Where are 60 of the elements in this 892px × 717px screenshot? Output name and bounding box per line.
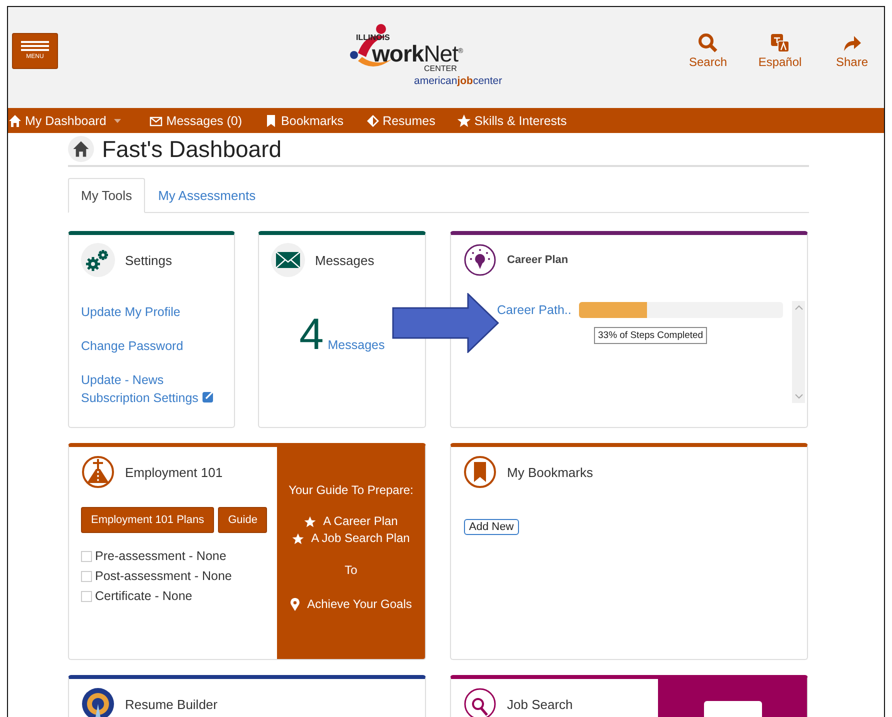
career-path-link[interactable]: Career Path.. (497, 301, 572, 319)
road-icon (81, 455, 115, 489)
employment-button[interactable]: Employment 101 Plans (81, 507, 214, 533)
nav-link[interactable]: Skills & Interests (457, 114, 567, 128)
card-title: Resume Builder (125, 696, 218, 712)
page-title: Fast's Dashboard (102, 136, 282, 162)
checklist-label: Pre-assessment - None (95, 549, 226, 563)
nav-link[interactable]: Bookmarks (264, 114, 344, 128)
card-title: Settings (125, 252, 172, 268)
bookmark-icon (463, 455, 497, 489)
message-count: 4 (299, 313, 324, 357)
link[interactable]: Change Password (81, 337, 222, 355)
scrollbar[interactable] (792, 301, 805, 403)
goal-text: A Career Plan (323, 513, 398, 530)
tab[interactable]: My Assessments (145, 178, 269, 213)
scroll-up-icon (794, 305, 802, 310)
tab[interactable]: My Tools (68, 178, 146, 213)
card-title: My Bookmarks (507, 464, 593, 480)
scroll-down-icon (794, 394, 802, 399)
checkbox[interactable] (81, 570, 92, 582)
home-icon (68, 136, 94, 162)
gears-icon (81, 243, 115, 277)
card-title: Career Plan (507, 254, 568, 266)
checklist-label: Post-assessment - None (95, 569, 232, 583)
checkbox[interactable] (81, 550, 92, 562)
add-new-button[interactable]: Add New (464, 519, 519, 535)
logo-center-text: CENTER (424, 64, 457, 73)
star-icon (457, 114, 472, 128)
employment-button[interactable]: Guide (218, 507, 268, 533)
logo-tagline: americanjobcenter (414, 74, 502, 87)
translate-icon (770, 32, 790, 52)
search-icon (698, 32, 718, 52)
checklist-label: Certificate - None (95, 589, 192, 603)
logo-state-text: ILLINOIS (356, 33, 390, 42)
checkbox[interactable] (81, 590, 92, 602)
envelope-icon (271, 243, 305, 277)
nav-link[interactable]: Resumes (366, 114, 436, 128)
star-icon (292, 532, 304, 544)
link[interactable]: Update My Profile (81, 303, 222, 321)
guide-heading: Your Guide To Prepare: (288, 483, 414, 497)
nav-link[interactable]: My Dashboard (8, 114, 122, 128)
card-title: Messages (315, 252, 374, 268)
goal-text: A Job Search Plan (311, 530, 410, 547)
joiner-text: To (344, 563, 358, 577)
logo-brand-text: workNet$^{®}$ (372, 42, 463, 64)
share-button[interactable]: Share (828, 32, 876, 68)
card-title: Job Search (507, 696, 573, 712)
diamond-icon (366, 114, 380, 128)
link[interactable]: Update - News Subscription Settings (81, 371, 222, 407)
pin-icon (290, 598, 300, 611)
nav-link[interactable]: Messages (0) (149, 114, 242, 128)
progress-tooltip: 33% of Steps Completed (594, 327, 708, 344)
card-title: Employment 101 (125, 464, 223, 480)
menu-icon (21, 41, 49, 51)
star-icon (304, 516, 316, 528)
search-button[interactable]: Search (684, 32, 732, 68)
messages-link[interactable]: Messages (328, 336, 385, 354)
lightbulb-icon (463, 243, 497, 277)
language-button[interactable]: Español (756, 32, 804, 68)
goal-text: Achieve Your Goals (307, 596, 412, 613)
